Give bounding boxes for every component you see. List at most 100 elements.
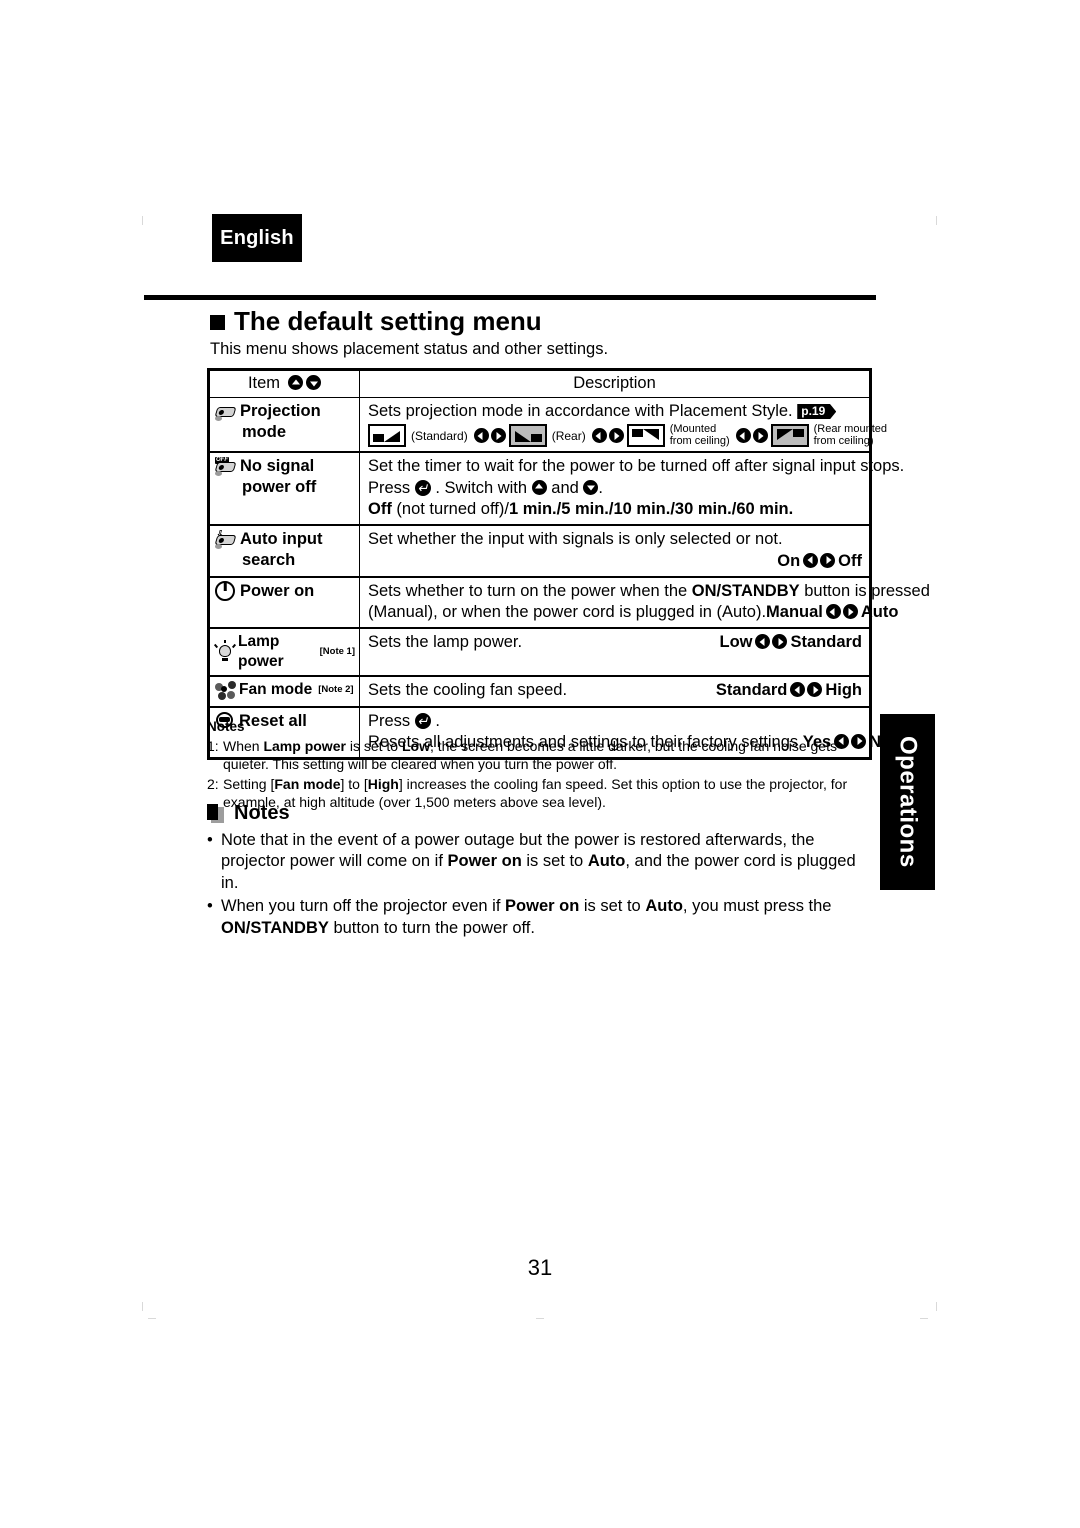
placement-option-rear: (Rear): [508, 424, 589, 448]
item-label: Power on: [240, 581, 315, 600]
row-item-projection-mode: Projection mode: [209, 397, 360, 454]
left-right-arrows-icon: [735, 428, 768, 444]
table-row: Projection mode Sets projection mode in …: [209, 397, 887, 454]
manual-page: English The default setting menu This me…: [0, 0, 1080, 1528]
screen-rear-ceiling-icon: [770, 424, 809, 448]
projector-icon: [214, 402, 238, 421]
header-rule: [144, 295, 876, 300]
crop-mark: [536, 1318, 544, 1319]
placement-label: (Standard): [411, 428, 468, 443]
row-desc-lamp-power: Sets the lamp power. Low Standard: [359, 627, 870, 678]
desc-text-line2: Press . Switch with and .: [368, 478, 862, 499]
item-label: Projection: [240, 402, 321, 420]
row-item-fan-mode: Fan mode [Note 2]: [209, 675, 360, 708]
table-row: Fan mode [Note 2] Sets the cooling fan sp…: [209, 675, 870, 708]
item-label: Lamp power: [238, 633, 284, 670]
lamp-icon: [213, 640, 237, 662]
desc-text-line2: (Manual), or when the power cord is plug…: [368, 602, 898, 623]
row-desc-power-on: Sets whether to turn on the power when t…: [359, 576, 930, 630]
row-item-power-on: Power on: [209, 576, 360, 630]
note-text: When Lamp power is set to Low, the scree…: [223, 737, 837, 773]
placement-style-options: (Standard) (Rear) (Mounted from ceiling)…: [368, 423, 887, 448]
notes-block: Notes • Note that in the event of a powe…: [207, 802, 867, 939]
table-row: OFF No signal power off Set the timer to…: [209, 451, 905, 527]
notes-heading: Notes: [207, 802, 867, 825]
option-right-label: High: [825, 681, 862, 700]
power-icon: [215, 580, 235, 601]
crop-mark: [142, 216, 143, 225]
header-cell-item: Item: [209, 370, 360, 398]
down-arrow-icon: [583, 479, 599, 495]
item-label-line2: search: [242, 551, 296, 569]
page-title: The default setting menu: [210, 306, 542, 337]
option-right-label: Off: [838, 551, 862, 570]
row-item-auto-input-search: ⇩ Auto input search: [209, 524, 360, 578]
table-header-row: Item Description: [209, 370, 870, 398]
option-left-label: Standard: [715, 681, 788, 700]
item-note-ref: [Note 1]: [319, 645, 355, 657]
page-reference-badge[interactable]: p.19: [797, 404, 837, 420]
fan-icon: [215, 680, 236, 700]
option-left-label: Manual: [766, 603, 823, 622]
desc-text: Set whether the input with signals is on…: [368, 530, 783, 549]
item-label: Auto input: [240, 530, 323, 549]
item-label: Fan mode: [239, 681, 313, 699]
numbered-notes: Notes 1: When Lamp power is set to Low, …: [207, 718, 872, 812]
bullet-icon: •: [207, 897, 213, 916]
row-desc-no-signal-power-off: Set the timer to wait for the power to b…: [359, 451, 905, 527]
language-tab: English: [212, 214, 302, 262]
note-bullet-item: • When you turn off the projector even i…: [207, 896, 867, 939]
updown-arrows-icon: [288, 375, 322, 390]
item-label: No signal: [240, 457, 315, 476]
option-right-label: Auto: [860, 603, 899, 622]
placement-label: (Mounted from ceiling): [669, 423, 730, 447]
screen-ceiling-icon: [626, 424, 665, 448]
header-description-label: Description: [573, 374, 656, 392]
left-right-arrows-icon: [755, 634, 788, 650]
crop-mark: [936, 216, 937, 225]
desc-text: Set the timer to wait for the power to b…: [368, 457, 905, 476]
desc-text: Sets whether to turn on the power when t…: [368, 581, 930, 600]
crop-mark: [936, 1302, 937, 1311]
projector-search-icon: ⇩: [214, 529, 238, 550]
note-bullet-item: • Note that in the event of a power outa…: [207, 830, 867, 894]
crop-mark: [920, 1318, 928, 1319]
placement-option-rear-ceiling: (Rear mounted from ceiling): [770, 423, 890, 448]
note-square-icon: [207, 804, 224, 823]
note-bullet-text: Note that in the event of a power outage…: [221, 831, 856, 892]
page-subtitle: This menu shows placement status and oth…: [210, 340, 609, 358]
numbered-note-item: 1: When Lamp power is set to Low, the sc…: [207, 737, 872, 774]
desc-text: Sets the cooling fan speed.: [368, 681, 568, 700]
row-item-no-signal-power-off: OFF No signal power off: [209, 451, 360, 527]
desc-text-line3: Off (not turned off)/1 min./5 min./10 mi…: [368, 499, 794, 518]
projector-off-icon: OFF: [214, 457, 238, 477]
left-right-arrows-icon: [825, 604, 858, 620]
screen-rear-icon: [508, 424, 547, 448]
row-desc-auto-input-search: Set whether the input with signals is on…: [359, 524, 870, 578]
option-selector: On Off: [368, 551, 862, 572]
option-selector: Standard High: [716, 680, 862, 701]
row-item-lamp-power: Lamp power [Note 1]: [209, 627, 360, 678]
desc-text: Sets projection mode in accordance with …: [368, 402, 793, 420]
item-label-line2: mode: [242, 422, 287, 441]
crop-mark: [142, 1302, 143, 1311]
left-right-arrows-icon: [473, 428, 506, 444]
crop-mark: [148, 1318, 156, 1319]
table-row: Lamp power [Note 1] Sets the lamp power. …: [209, 627, 870, 678]
header-item-label: Item: [247, 374, 281, 392]
row-desc-fan-mode: Sets the cooling fan speed. Standard High: [359, 675, 870, 708]
placement-option-ceiling: (Mounted from ceiling): [626, 423, 733, 448]
placement-label: (Rear): [551, 428, 586, 443]
screen-standard-icon: [368, 424, 406, 448]
option-selector: Low Standard: [719, 632, 862, 653]
placement-label: (Rear mounted from ceiling): [813, 423, 887, 447]
side-tab-label: Operations: [894, 736, 922, 868]
enter-button-icon: [414, 479, 431, 496]
notes-heading-text: Notes: [234, 802, 290, 824]
option-left-label: Low: [719, 633, 753, 652]
page-title-text: The default setting menu: [234, 306, 542, 336]
note-number: 1:: [207, 737, 219, 754]
row-desc-projection-mode: Sets projection mode in accordance with …: [359, 397, 887, 454]
numbered-notes-heading: Notes: [207, 719, 245, 734]
item-note-ref: [Note 2]: [318, 684, 354, 696]
